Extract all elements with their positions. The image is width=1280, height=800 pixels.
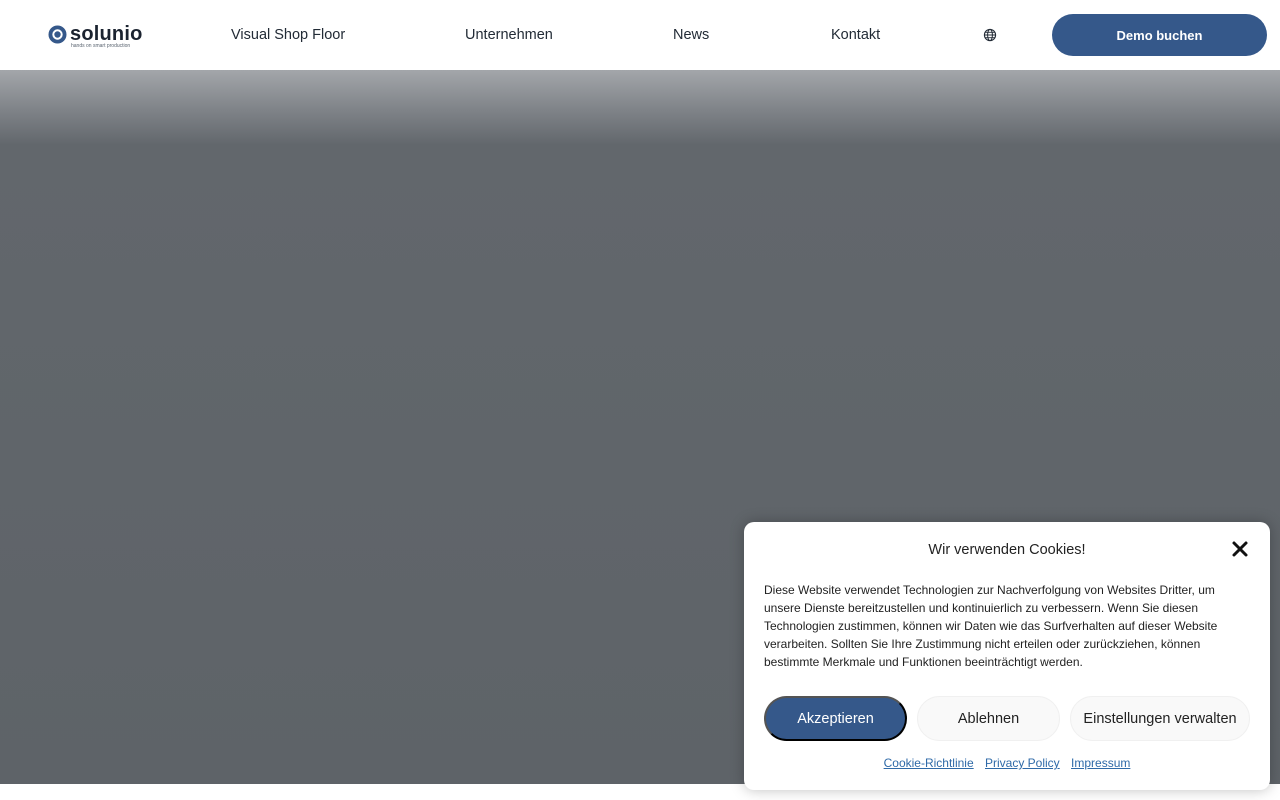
cookie-banner-text: Diese Website verwendet Technologien zur…: [764, 583, 1218, 669]
logo-tagline: hands on smart production: [71, 43, 131, 49]
nav-link-kontakt[interactable]: Kontakt: [831, 26, 880, 44]
cookie-banner-links: Cookie-Richtlinie Privacy Policy Impress…: [744, 755, 1270, 771]
nav-link-unternehmen[interactable]: Unternehmen: [465, 26, 553, 44]
site-header: solunio hands on smart production Visual…: [0, 0, 1280, 70]
nav-link-visual-shop-floor[interactable]: Visual Shop Floor: [231, 26, 345, 44]
demo-button[interactable]: Demo buchen: [1052, 14, 1267, 56]
logo-mark-icon: [48, 25, 67, 44]
manage-settings-button[interactable]: Einstellungen verwalten: [1070, 696, 1250, 741]
close-icon[interactable]: [1231, 540, 1249, 558]
accept-button[interactable]: Akzeptieren: [764, 696, 907, 741]
globe-icon[interactable]: [983, 28, 997, 42]
cookie-banner-title: Wir verwenden Cookies!: [928, 542, 1086, 558]
nav-link-news[interactable]: News: [673, 26, 709, 44]
deny-button[interactable]: Ablehnen: [917, 696, 1060, 741]
cookie-policy-link[interactable]: Cookie-Richtlinie: [884, 756, 974, 770]
cookie-banner: Wir verwenden Cookies! Diese Website ver…: [744, 522, 1270, 790]
logo[interactable]: solunio hands on smart production: [48, 22, 144, 50]
privacy-policy-link[interactable]: Privacy Policy: [985, 756, 1060, 770]
imprint-link[interactable]: Impressum: [1071, 756, 1130, 770]
